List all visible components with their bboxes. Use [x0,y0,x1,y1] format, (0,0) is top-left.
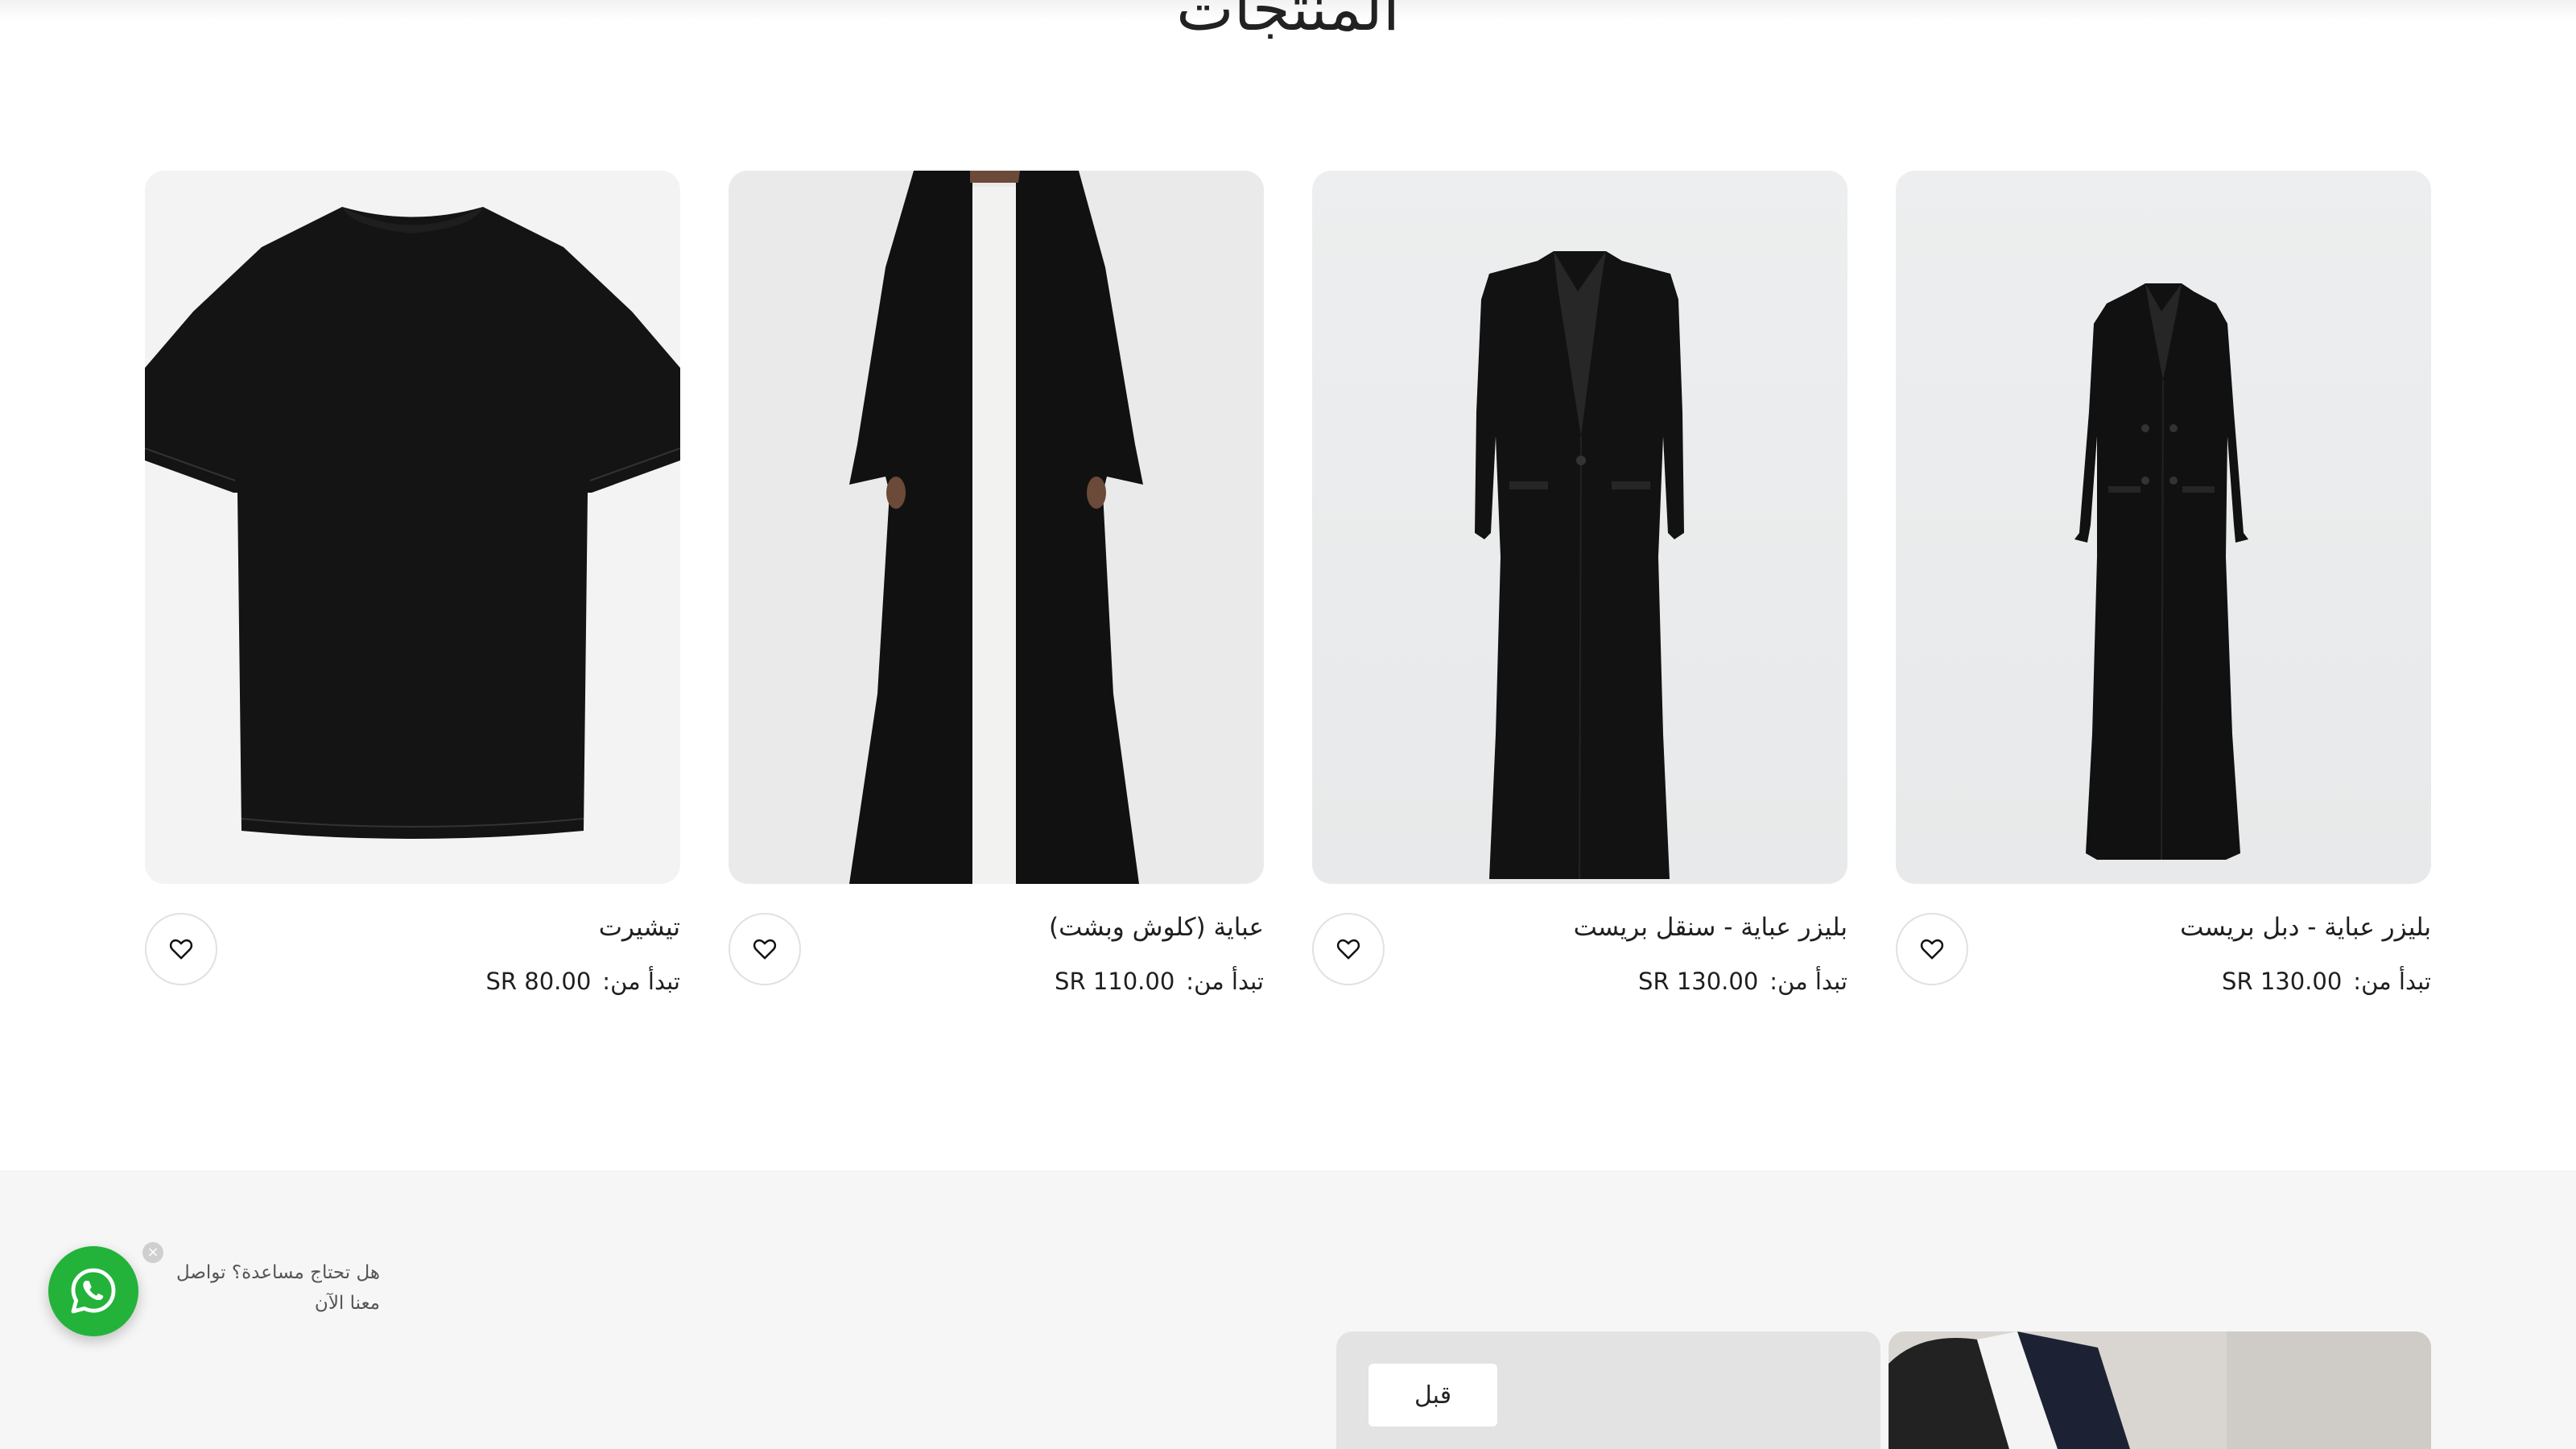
product-info: بليزر عباية - دبل بريست تبدأ من: SR 130.0… [1896,913,2431,1034]
price-value: SR 80.00 [485,968,592,995]
heart-icon [753,939,777,960]
promo-banner-image[interactable] [1889,1331,2431,1449]
price-value: SR 130.00 [1638,968,1759,995]
wishlist-button[interactable] [1312,913,1385,985]
product-info: بليزر عباية - سنقل بريست تبدأ من: SR 130.… [1312,913,1847,1034]
wishlist-button[interactable] [145,913,217,985]
product-price: تبدأ من: SR 110.00 [1055,968,1264,995]
prev-button[interactable]: قبل [1368,1364,1497,1426]
product-name[interactable]: بليزر عباية - دبل بريست [2180,913,2431,942]
heart-icon [169,939,193,960]
price-value: SR 110.00 [1055,968,1175,995]
price-prefix: تبدأ من: [602,968,680,995]
product-price: تبدأ من: SR 80.00 [485,968,680,995]
product-image-single-breasted-blazer[interactable] [1312,171,1847,884]
whatsapp-icon [71,1268,116,1314]
product-info: تيشيرت تبدأ من: SR 80.00 [145,913,680,1034]
promo-banner-text-panel: قبل [1336,1331,1880,1449]
product-name[interactable]: بليزر عباية - سنقل بريست [1574,913,1847,942]
price-prefix: تبدأ من: [1186,968,1264,995]
product-image-flared-abaya[interactable] [729,171,1264,884]
product-info: عباية (كلوش وبشت) تبدأ من: SR 110.00 [729,913,1264,1034]
product-image-tshirt[interactable] [145,171,680,884]
product-card[interactable]: عباية (كلوش وبشت) تبدأ من: SR 110.00 [729,171,1264,1000]
product-card[interactable]: بليزر عباية - سنقل بريست تبدأ من: SR 130.… [1312,171,1847,1000]
whatsapp-message[interactable]: هل تحتاج مساعدة؟ تواصل معنا الآن [161,1257,380,1319]
whatsapp-button[interactable] [48,1246,138,1336]
product-card[interactable]: تيشيرت تبدأ من: SR 80.00 [145,171,680,1000]
product-price: تبدأ من: SR 130.00 [2222,968,2431,995]
price-value: SR 130.00 [2222,968,2343,995]
product-name[interactable]: عباية (كلوش وبشت) [1049,913,1264,942]
product-image-double-breasted-blazer[interactable] [1896,171,2431,884]
product-grid: بليزر عباية - دبل بريست تبدأ من: SR 130.0… [145,171,2431,1000]
price-prefix: تبدأ من: [1769,968,1847,995]
price-prefix: تبدأ من: [2353,968,2431,995]
page: المنتجات بليزر عباية - دبل بريست تبدأ من… [0,0,2576,1449]
product-price: تبدأ من: SR 130.00 [1638,968,1847,995]
section-title: المنتجات [1176,0,1400,44]
heart-icon [1920,939,1944,960]
promo-section: قبل [0,1170,2576,1449]
product-name[interactable]: تيشيرت [599,913,680,942]
wishlist-button[interactable] [729,913,801,985]
heart-icon [1336,939,1360,960]
product-card[interactable]: بليزر عباية - دبل بريست تبدأ من: SR 130.0… [1896,171,2431,1000]
wishlist-button[interactable] [1896,913,1968,985]
